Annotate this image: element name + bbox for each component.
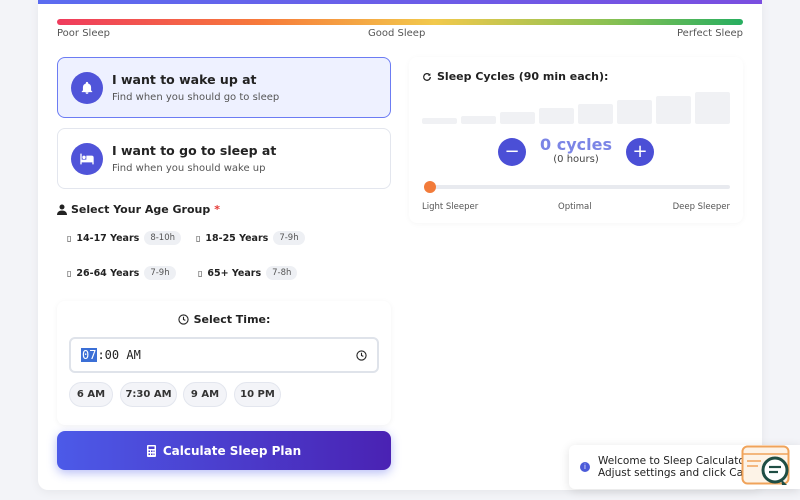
checkbox-icon: ▯ bbox=[198, 268, 203, 278]
mode-wake-up[interactable]: I want to wake up at Find when you shoul… bbox=[57, 57, 391, 118]
quality-label-perfect: Perfect Sleep bbox=[677, 28, 743, 39]
user-icon bbox=[57, 204, 67, 215]
calculate-button-label: Calculate Sleep Plan bbox=[162, 443, 302, 458]
clock-picker-icon[interactable] bbox=[356, 349, 367, 361]
cycle-bar-1 bbox=[422, 118, 457, 124]
calculate-button[interactable]: Calculate Sleep Plan bbox=[57, 431, 391, 470]
clock-icon bbox=[177, 314, 189, 325]
slider-label-deep: Deep Sleeper bbox=[672, 202, 730, 212]
cycle-bar-3 bbox=[500, 112, 535, 124]
time-hour-segment[interactable]: 07 bbox=[81, 348, 98, 362]
time-title: Select Time: bbox=[57, 313, 391, 326]
quality-label-good: Good Sleep bbox=[368, 28, 426, 39]
mode-subtitle: Find when you should go to sleep bbox=[112, 92, 280, 103]
bell-icon bbox=[71, 71, 103, 104]
checkbox-icon: ▯ bbox=[67, 233, 72, 243]
refresh-icon bbox=[423, 72, 431, 81]
bed-icon bbox=[71, 142, 103, 175]
cycle-bar-7 bbox=[656, 96, 691, 124]
calculator-icon bbox=[146, 444, 156, 457]
cycle-bar-5 bbox=[578, 104, 613, 124]
time-label: Select Time: bbox=[193, 313, 271, 326]
slider-label-light: Light Sleeper bbox=[422, 202, 479, 212]
increase-cycles-button[interactable]: + bbox=[626, 138, 654, 166]
preset-6am[interactable]: 6 AM bbox=[69, 382, 113, 407]
cycle-hours: (0 hours) bbox=[553, 154, 599, 165]
age-option-name: 18-25 Years bbox=[205, 232, 269, 244]
sleeper-type-slider[interactable] bbox=[424, 181, 730, 193]
age-option-name: 65+ Years bbox=[207, 267, 262, 279]
time-input[interactable]: 07 :00 AM bbox=[69, 337, 379, 373]
cycle-bar-4 bbox=[539, 108, 574, 124]
slider-label-optimal: Optimal bbox=[558, 202, 592, 212]
mode-title: I want to go to sleep at bbox=[112, 143, 277, 158]
time-rest-segment[interactable]: :00 AM bbox=[97, 348, 140, 362]
age-option-range: 7-9h bbox=[144, 266, 176, 280]
sleep-quality-gradient bbox=[57, 19, 743, 25]
mode-subtitle: Find when you should wake up bbox=[112, 163, 266, 174]
chat-assistant-icon[interactable] bbox=[741, 445, 791, 487]
preset-730am[interactable]: 7:30 AM bbox=[120, 382, 177, 407]
cycle-bar-2 bbox=[461, 116, 496, 124]
preset-9am[interactable]: 9 AM bbox=[183, 382, 227, 407]
sleep-cycles-panel: Sleep Cycles (90 min each): − 0 cycles (… bbox=[409, 57, 743, 223]
sleep-calculator-card: Poor Sleep Good Sleep Perfect Sleep I wa… bbox=[38, 0, 762, 490]
mode-title: I want to wake up at bbox=[112, 72, 257, 87]
checkbox-icon: ▯ bbox=[196, 233, 201, 243]
cycle-count: 0 cycles bbox=[540, 135, 612, 154]
quality-label-poor: Poor Sleep bbox=[57, 28, 110, 39]
time-panel: Select Time: 07 :00 AM 6 AM 7:30 AM 9 AM… bbox=[57, 301, 391, 425]
cycles-title: Sleep Cycles (90 min each): bbox=[422, 70, 608, 83]
preset-10pm[interactable]: 10 PM bbox=[234, 382, 281, 407]
age-option-26-64[interactable]: ▯ 26-64 Years 7-9h bbox=[67, 264, 176, 282]
cycle-bar-8 bbox=[695, 92, 730, 124]
age-option-65-plus[interactable]: ▯ 65+ Years 7-8h bbox=[198, 264, 298, 282]
age-group-header: Select Your Age Group * bbox=[57, 203, 220, 216]
checkbox-icon: ▯ bbox=[67, 268, 72, 278]
age-option-18-25[interactable]: ▯ 18-25 Years 7-9h bbox=[196, 229, 305, 247]
age-option-name: 26-64 Years bbox=[76, 267, 140, 279]
age-option-range: 7-9h bbox=[273, 231, 305, 245]
info-icon: i bbox=[580, 462, 590, 472]
mode-go-to-sleep[interactable]: I want to go to sleep at Find when you s… bbox=[57, 128, 391, 189]
slider-thumb[interactable] bbox=[424, 181, 436, 193]
age-group-label: Select Your Age Group bbox=[71, 203, 211, 216]
age-option-name: 14-17 Years bbox=[76, 232, 140, 244]
age-option-14-17[interactable]: ▯ 14-17 Years 8-10h bbox=[67, 229, 181, 247]
required-mark: * bbox=[214, 203, 220, 216]
age-option-range: 8-10h bbox=[144, 231, 181, 245]
age-option-range: 7-8h bbox=[266, 266, 298, 280]
cycle-bar-6 bbox=[617, 100, 652, 124]
cycles-title-text: Sleep Cycles (90 min each): bbox=[437, 70, 609, 83]
top-accent-bar bbox=[38, 0, 762, 4]
